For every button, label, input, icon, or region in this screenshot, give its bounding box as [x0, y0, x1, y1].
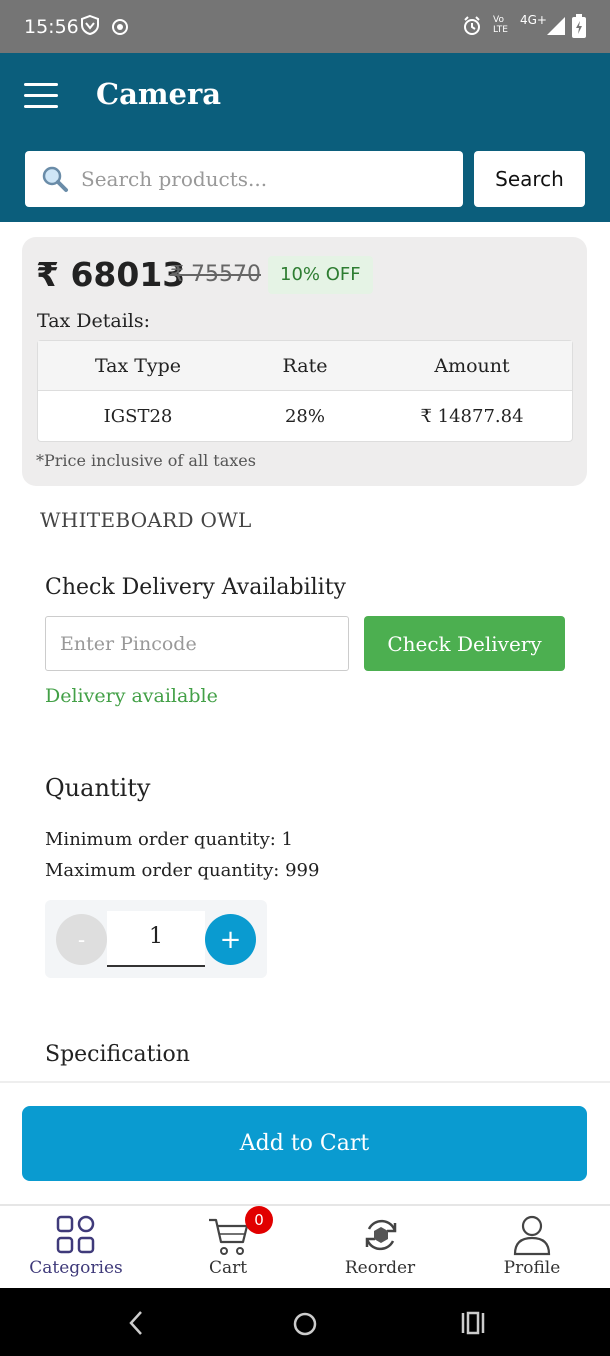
tax-header-rate: Rate	[282, 355, 328, 377]
nav-label-profile: Profile	[503, 1258, 561, 1278]
tax-cell-amount: ₹ 14877.84	[420, 406, 524, 427]
decrease-quantity-button[interactable]: -	[56, 914, 107, 965]
back-icon[interactable]	[126, 1310, 146, 1336]
add-to-cart-button[interactable]: Add to Cart	[22, 1106, 587, 1181]
status-bar: 15:56 Vo LTE 4G+	[0, 0, 610, 53]
vpn-shield-icon	[80, 14, 100, 40]
app-header: Camera Search	[0, 53, 610, 222]
tax-cell-type: IGST28	[103, 406, 173, 427]
tax-table-header: Tax Type Rate Amount	[38, 341, 572, 391]
battery-icon	[572, 14, 586, 42]
tax-note: *Price inclusive of all taxes	[36, 451, 256, 470]
cart-count-badge: 0	[245, 1206, 273, 1234]
increase-quantity-button[interactable]: +	[205, 914, 256, 965]
tax-table: Tax Type Rate Amount IGST28 28% ₹ 14877.…	[37, 340, 573, 442]
nav-item-cart[interactable]: 0 Cart	[152, 1206, 304, 1288]
quantity-stepper: - 1 +	[45, 900, 267, 978]
quantity-value[interactable]: 1	[107, 911, 205, 967]
nav-label-reorder: Reorder	[344, 1258, 416, 1278]
alarm-icon	[462, 16, 482, 40]
signal-icon	[546, 16, 566, 40]
record-icon	[111, 18, 129, 40]
discount-badge: 10% OFF	[268, 256, 373, 294]
page-title: Camera	[96, 77, 222, 111]
tax-cell-rate: 28%	[284, 406, 325, 427]
network-type: 4G+	[520, 13, 547, 27]
search-input[interactable]	[81, 159, 451, 199]
pincode-input[interactable]	[45, 616, 349, 671]
max-quantity-text: Maximum order quantity: 999	[45, 860, 320, 881]
status-time: 15:56	[24, 16, 79, 38]
search-icon	[41, 165, 69, 197]
min-quantity-text: Minimum order quantity: 1	[45, 829, 294, 850]
brand-name: WHITEBOARD OWL	[40, 508, 252, 532]
delivery-status: Delivery available	[45, 685, 218, 707]
search-button[interactable]: Search	[474, 151, 585, 207]
system-nav-bar	[0, 1288, 610, 1356]
nav-item-categories[interactable]: Categories	[0, 1206, 152, 1288]
recents-icon[interactable]	[460, 1311, 486, 1335]
reorder-icon	[365, 1219, 397, 1251]
tax-header-type: Tax Type	[94, 355, 182, 377]
nav-item-reorder[interactable]: Reorder	[304, 1206, 456, 1288]
profile-icon	[513, 1215, 551, 1256]
nav-item-profile[interactable]: Profile	[456, 1206, 608, 1288]
nav-label-categories: Categories	[29, 1258, 123, 1278]
tax-header-amount: Amount	[434, 355, 510, 377]
quantity-title: Quantity	[45, 774, 151, 802]
divider	[0, 1081, 610, 1083]
delivery-title: Check Delivery Availability	[45, 575, 346, 600]
hamburger-menu-icon[interactable]	[24, 83, 60, 109]
tax-details-label: Tax Details:	[37, 310, 151, 332]
bottom-nav: Categories 0 Cart Reorder Profile	[0, 1204, 610, 1288]
original-price: ₹ 75570	[170, 262, 261, 287]
specification-title: Specification	[45, 1042, 190, 1067]
volte-label: Vo LTE	[493, 15, 508, 35]
grid-icon	[56, 1215, 95, 1254]
table-row: IGST28 28% ₹ 14877.84	[38, 392, 572, 442]
check-delivery-button[interactable]: Check Delivery	[364, 616, 565, 671]
search-box[interactable]	[25, 151, 463, 207]
price-card: ₹ 68013 ₹ 75570 10% OFF Tax Details: Tax…	[22, 237, 587, 486]
current-price: ₹ 68013	[36, 255, 186, 294]
home-icon[interactable]	[292, 1311, 318, 1337]
nav-label-cart: Cart	[208, 1258, 248, 1278]
